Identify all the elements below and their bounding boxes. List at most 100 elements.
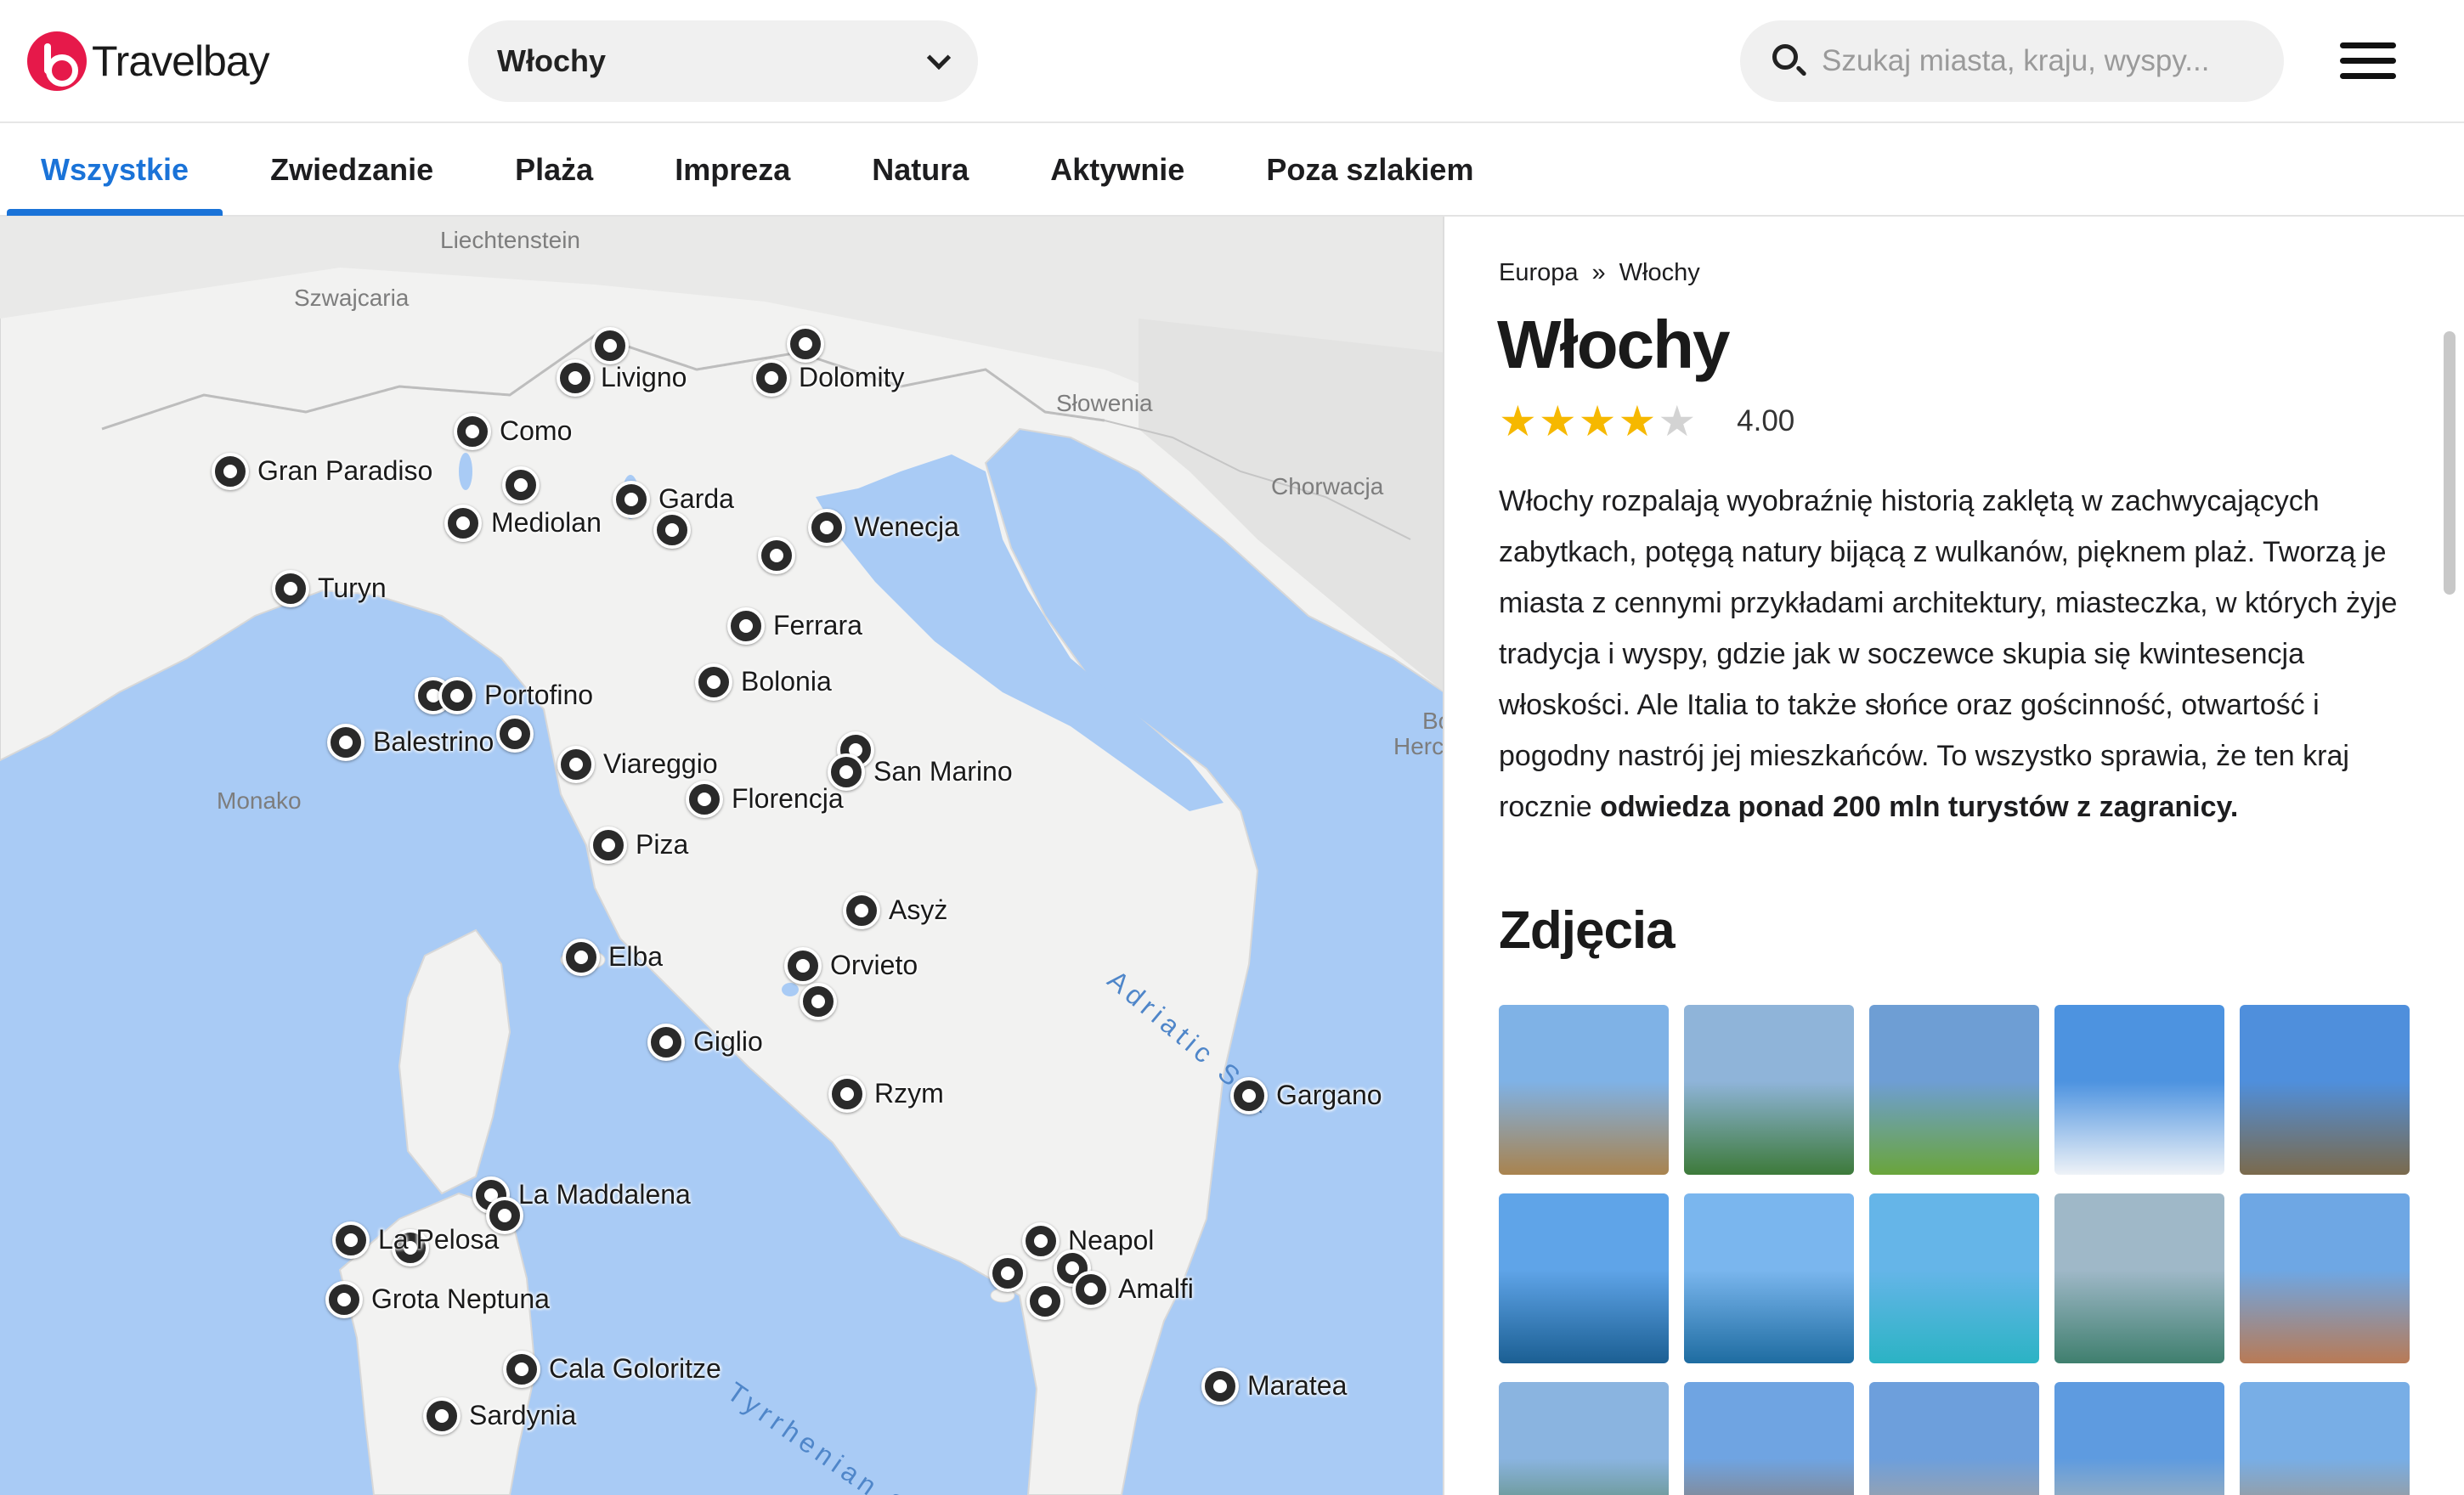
colosseum-2-photo[interactable] xyxy=(1684,1382,1854,1495)
map-pin[interactable] xyxy=(800,983,837,1020)
tab-impreza[interactable]: Impreza xyxy=(675,124,790,216)
map-pin[interactable] xyxy=(787,325,824,363)
map-pin-label[interactable]: Elba xyxy=(608,941,663,973)
beach-photo[interactable] xyxy=(1869,1193,2039,1363)
map-pin[interactable] xyxy=(325,1281,363,1318)
map-pin[interactable] xyxy=(438,677,476,714)
map-pin-label[interactable]: Livigno xyxy=(601,362,687,393)
map-pin[interactable] xyxy=(784,947,822,984)
cinque-terre-photo[interactable] xyxy=(1499,1193,1669,1363)
country-select[interactable]: Włochy xyxy=(468,20,978,102)
map-pin-label[interactable]: Rzym xyxy=(874,1078,944,1109)
map-pin-label[interactable]: Cala Goloritze xyxy=(549,1353,721,1385)
map-pin-label[interactable]: Mediolan xyxy=(491,507,602,539)
map-pin[interactable] xyxy=(423,1397,461,1435)
map-pin[interactable] xyxy=(989,1255,1026,1292)
map-pin[interactable] xyxy=(454,413,491,450)
tab-plaza[interactable]: Plaża xyxy=(515,124,593,216)
scrollbar[interactable] xyxy=(2444,331,2456,595)
breadcrumb-separator: » xyxy=(1591,259,1606,286)
map-pin-label[interactable]: Asyż xyxy=(889,894,947,926)
map-pin[interactable] xyxy=(332,1221,370,1259)
map-pin[interactable] xyxy=(1022,1222,1060,1260)
map-pin-label[interactable]: Amalfi xyxy=(1118,1273,1194,1305)
map-pin[interactable] xyxy=(1230,1077,1268,1114)
map-pin-label[interactable]: Turyn xyxy=(318,573,387,604)
map-pin[interactable] xyxy=(557,746,595,783)
vatican-photo[interactable] xyxy=(1869,1382,2039,1495)
map-pin[interactable] xyxy=(843,892,880,929)
map-pin[interactable] xyxy=(1026,1283,1064,1320)
map-pin[interactable] xyxy=(327,724,365,761)
ski-photo[interactable] xyxy=(2054,1005,2224,1175)
map-view[interactable]: Liechtenstein Szwajcaria Słowenia Chorwa… xyxy=(0,217,1444,1495)
map-pin-label[interactable]: Viareggio xyxy=(603,748,718,780)
map-pin-label[interactable]: Giglio xyxy=(693,1026,763,1058)
map-pin-label[interactable]: Ferrara xyxy=(773,610,862,641)
map-pin-label[interactable]: San Marino xyxy=(873,756,1013,787)
palermo-photo[interactable] xyxy=(2240,1382,2410,1495)
map-pin-label[interactable]: Bolonia xyxy=(741,666,832,697)
tab-poza-szlakiem[interactable]: Poza szlakiem xyxy=(1266,124,1473,216)
travelbay-logo[interactable]: Travelbay xyxy=(27,31,270,92)
alpine-town-photo[interactable] xyxy=(2240,1005,2410,1175)
map-pin-label[interactable]: La Pelosa xyxy=(378,1224,499,1255)
map-pin[interactable] xyxy=(272,570,309,607)
hamburger-menu-icon[interactable] xyxy=(2340,42,2396,80)
map-pin-label[interactable]: La Maddalena xyxy=(518,1179,691,1210)
colosseum-photo[interactable] xyxy=(1499,1005,1669,1175)
map-pin[interactable] xyxy=(557,359,594,397)
map-pin[interactable] xyxy=(808,509,845,546)
map-pin[interactable] xyxy=(562,939,600,976)
map-pin[interactable] xyxy=(613,481,650,518)
map-pin[interactable] xyxy=(828,1075,866,1113)
map-pin[interactable] xyxy=(653,511,691,549)
map-pin[interactable] xyxy=(758,537,795,574)
map-pin[interactable] xyxy=(503,1351,540,1388)
map-pin-label[interactable]: Portofino xyxy=(484,680,593,711)
search-box[interactable] xyxy=(1740,20,2284,102)
map-pin-label[interactable]: Florencja xyxy=(732,783,844,815)
map-pin-label[interactable]: Sardynia xyxy=(469,1400,576,1431)
breadcrumb-current[interactable]: Włochy xyxy=(1619,259,1700,286)
pisa-photo[interactable] xyxy=(2054,1382,2224,1495)
map-pin[interactable] xyxy=(647,1024,685,1061)
map-pin[interactable] xyxy=(1072,1271,1110,1308)
bologna-photo[interactable] xyxy=(2240,1193,2410,1363)
dolomites-photo[interactable] xyxy=(1869,1005,2039,1175)
tab-wszystkie[interactable]: Wszystkie xyxy=(6,124,223,216)
capri-photo[interactable] xyxy=(1684,1193,1854,1363)
map-pin[interactable] xyxy=(444,505,482,542)
map-pin-label[interactable]: Wenecja xyxy=(854,511,959,543)
map-pin[interactable] xyxy=(590,826,627,864)
tab-natura[interactable]: Natura xyxy=(872,124,969,216)
map-pin[interactable] xyxy=(695,663,732,701)
map-pin[interactable] xyxy=(212,453,249,490)
map-pin-label[interactable]: Gargano xyxy=(1276,1080,1382,1111)
etna-photo[interactable] xyxy=(1684,1005,1854,1175)
map-pin-label[interactable]: Como xyxy=(500,415,572,447)
map-pin[interactable] xyxy=(591,327,629,364)
tab-aktywnie[interactable]: Aktywnie xyxy=(1050,124,1184,216)
category-tabs: Wszystkie Zwiedzanie Plaża Impreza Natur… xyxy=(0,125,2464,217)
tab-zwiedzanie[interactable]: Zwiedzanie xyxy=(270,124,433,216)
map-pin[interactable] xyxy=(496,715,534,753)
map-pin-label[interactable]: Garda xyxy=(658,483,734,515)
breadcrumb-link-europa[interactable]: Europa xyxy=(1499,259,1579,286)
photo-gallery xyxy=(1499,1005,2433,1495)
search-input[interactable] xyxy=(1822,39,2255,83)
map-pin-label[interactable]: Piza xyxy=(636,829,688,860)
map-pin-label[interactable]: Maratea xyxy=(1247,1370,1347,1402)
map-pin[interactable] xyxy=(686,781,723,818)
map-pin[interactable] xyxy=(1201,1368,1239,1405)
map-pin[interactable] xyxy=(502,466,540,504)
map-pin-label[interactable]: Orvieto xyxy=(830,950,918,981)
map-pin-label[interactable]: Dolomity xyxy=(799,362,904,393)
sicily-volcano-photo[interactable] xyxy=(1499,1382,1669,1495)
map-pin-label[interactable]: Grota Neptuna xyxy=(371,1283,550,1315)
venice-photo[interactable] xyxy=(2054,1193,2224,1363)
map-pin[interactable] xyxy=(727,607,765,645)
map-pin-label[interactable]: Gran Paradiso xyxy=(257,455,432,487)
map-pin[interactable] xyxy=(753,359,790,397)
map-pin-label[interactable]: Balestrino xyxy=(373,726,494,758)
